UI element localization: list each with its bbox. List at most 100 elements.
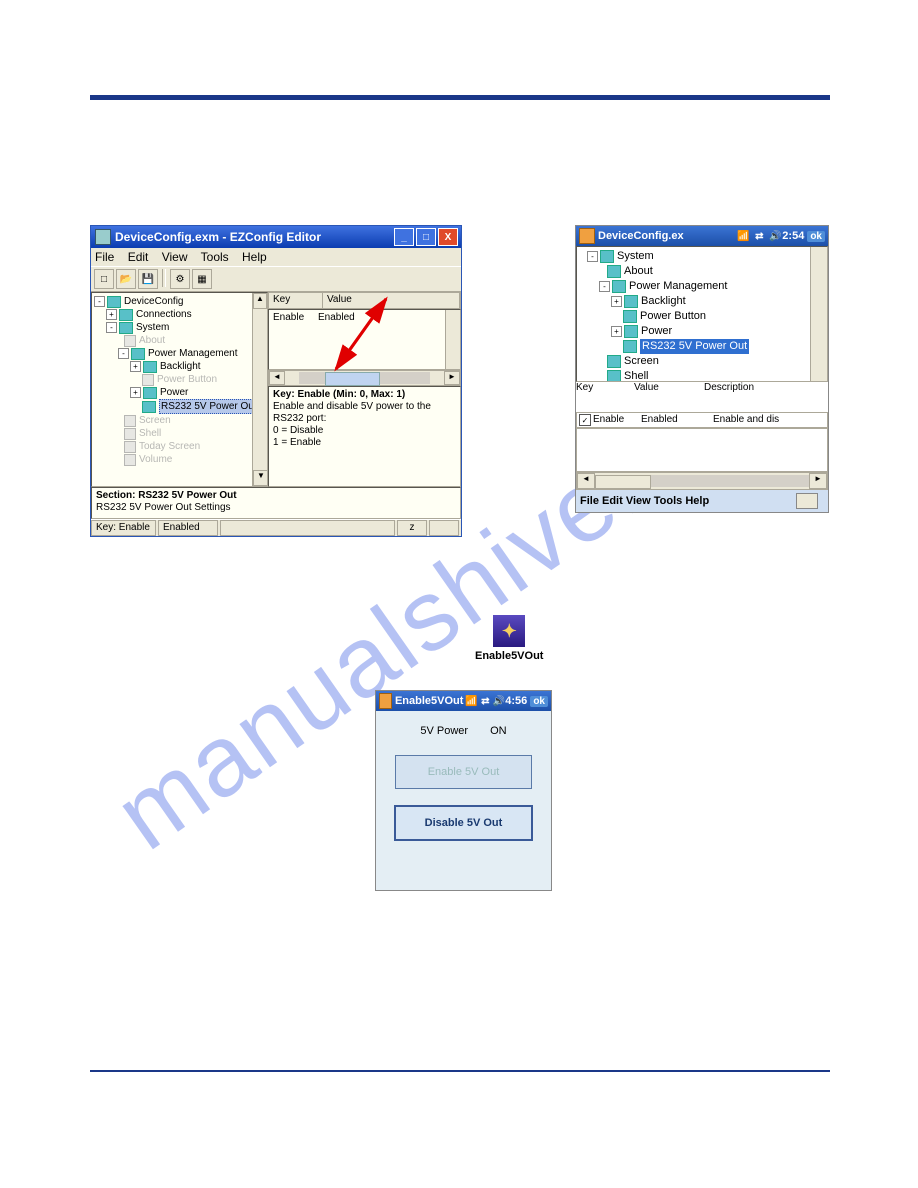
start-icon[interactable]: [379, 693, 392, 709]
scroll-thumb[interactable]: [595, 475, 651, 489]
ezconfig-window: DeviceConfig.exm - EZConfig Editor _ □ X…: [90, 225, 462, 537]
close-button[interactable]: X: [438, 228, 458, 246]
tb-new[interactable]: □: [94, 269, 114, 289]
window-titlebar[interactable]: DeviceConfig.exm - EZConfig Editor _ □ X: [91, 226, 461, 248]
tree-toggle[interactable]: +: [106, 309, 117, 320]
scroll-right[interactable]: ►: [809, 473, 827, 489]
tree-volume[interactable]: Volume: [139, 453, 172, 466]
page-icon: [124, 428, 136, 440]
scroll-left[interactable]: ◄: [577, 473, 595, 489]
enable-5v-button[interactable]: Enable 5V Out: [395, 755, 532, 789]
label-state-on: ON: [490, 725, 507, 737]
tree-power[interactable]: Power: [160, 386, 188, 399]
app-icon-graphic: ✦: [493, 615, 525, 647]
folder-icon: [143, 361, 157, 373]
signal-icon[interactable]: 📶: [465, 694, 477, 708]
menu-tools[interactable]: Tools: [201, 250, 229, 264]
mtree-shell[interactable]: Shell: [624, 369, 648, 382]
ok-button[interactable]: ok: [807, 231, 825, 242]
toolbar: □ 📂 💾 ⚙ ▦: [91, 266, 461, 292]
folder-icon: [612, 280, 626, 293]
tb-tool1[interactable]: ⚙: [170, 269, 190, 289]
tree-about[interactable]: About: [139, 334, 165, 347]
menu-file[interactable]: File: [95, 250, 114, 264]
tree-connections[interactable]: Connections: [136, 308, 192, 321]
folder-icon: [119, 309, 133, 321]
tree-pane[interactable]: - DeviceConfig + Connections - System About…: [91, 292, 268, 487]
tree-power-button[interactable]: Power Button: [157, 373, 217, 386]
tree-toggle[interactable]: +: [130, 387, 141, 398]
tree-rs232-selected[interactable]: RS232 5V Power Out: [159, 399, 259, 414]
tree-shell[interactable]: Shell: [139, 427, 161, 440]
mtree-rs232-selected[interactable]: RS232 5V Power Out: [640, 339, 749, 354]
volume-icon[interactable]: 🔊: [493, 694, 505, 708]
tree-toggle[interactable]: -: [599, 281, 610, 292]
mcol-value[interactable]: Value: [634, 382, 704, 412]
disable-5v-button[interactable]: Disable 5V Out: [394, 805, 533, 841]
mtree-backlight[interactable]: Backlight: [641, 294, 686, 309]
kv-scrollbar[interactable]: [445, 310, 460, 369]
status-value: Enabled: [158, 520, 218, 536]
mobile-title: DeviceConfig.ex: [598, 230, 684, 242]
mobile-kv-row[interactable]: ✓ Enable Enabled Enable and dis: [576, 412, 828, 428]
tree-backlight[interactable]: Backlight: [160, 360, 201, 373]
tb-open[interactable]: 📂: [116, 269, 136, 289]
page-icon: [124, 415, 136, 427]
keyboard-icon[interactable]: [796, 493, 818, 509]
mtree-about[interactable]: About: [624, 264, 653, 279]
mobile-titlebar[interactable]: DeviceConfig.ex 📶 ⇄ 🔊 2:54 ok: [576, 226, 828, 246]
page-icon: [124, 454, 136, 466]
mobile-tree-scrollbar[interactable]: [810, 247, 827, 381]
tree-toggle[interactable]: +: [130, 361, 141, 372]
tree-power-mgmt[interactable]: Power Management: [148, 347, 238, 360]
mobile-menus[interactable]: File Edit View Tools Help: [580, 495, 709, 507]
mtree-screen[interactable]: Screen: [624, 354, 659, 369]
mcol-key[interactable]: Key: [576, 382, 634, 412]
folder-icon: [607, 355, 621, 368]
menu-edit[interactable]: Edit: [128, 250, 149, 264]
desc-line1: Enable and disable 5V power to the RS232…: [273, 401, 431, 424]
page-icon: [124, 441, 136, 453]
tree-today[interactable]: Today Screen: [139, 440, 200, 453]
tree-system[interactable]: System: [136, 321, 169, 334]
sync-icon[interactable]: ⇄: [480, 694, 491, 708]
mtree-pm[interactable]: Power Management: [629, 279, 727, 294]
mtree-powerbutton[interactable]: Power Button: [640, 309, 706, 324]
mobile-tree[interactable]: - System About - Power Management + Backlig…: [576, 246, 828, 382]
tree-toggle[interactable]: -: [94, 296, 105, 307]
mobile-time: 2:54: [782, 230, 804, 242]
tree-toggle[interactable]: +: [611, 296, 622, 307]
sync-icon[interactable]: ⇄: [752, 229, 766, 243]
tree-toggle[interactable]: -: [106, 322, 117, 333]
tree-deviceconfig[interactable]: DeviceConfig: [124, 295, 183, 308]
label-5v-power: 5V Power: [420, 725, 468, 737]
mcol-desc[interactable]: Description: [704, 382, 828, 412]
mtree-power[interactable]: Power: [641, 324, 672, 339]
mobile5v-titlebar[interactable]: Enable5VOut 📶 ⇄ 🔊 4:56 ok: [376, 691, 551, 711]
signal-icon[interactable]: 📶: [736, 229, 750, 243]
status-key: Key: Enable: [91, 520, 156, 536]
tree-toggle[interactable]: -: [587, 251, 598, 262]
mtree-system[interactable]: System: [617, 249, 654, 264]
maximize-button[interactable]: □: [416, 228, 436, 246]
tree-toggle[interactable]: +: [611, 326, 622, 337]
minimize-button[interactable]: _: [394, 228, 414, 246]
desc-line2: 0 = Disable: [273, 425, 323, 436]
ok-button[interactable]: ok: [530, 696, 548, 707]
enable5vout-desktop-icon[interactable]: ✦ Enable5VOut: [475, 615, 543, 662]
volume-icon[interactable]: 🔊: [768, 229, 782, 243]
tree-screen[interactable]: Screen: [139, 414, 171, 427]
menu-view[interactable]: View: [162, 250, 188, 264]
status-grip[interactable]: [429, 520, 459, 536]
checkbox-icon[interactable]: ✓: [579, 414, 591, 426]
tree-scrollbar[interactable]: ▲▼: [252, 293, 267, 486]
mobile-deviceconfig-window: DeviceConfig.ex 📶 ⇄ 🔊 2:54 ok - System Ab…: [575, 225, 829, 513]
menu-help[interactable]: Help: [242, 250, 267, 264]
tree-toggle[interactable]: -: [118, 348, 129, 359]
start-icon[interactable]: [579, 228, 595, 244]
mobile-hscroll[interactable]: ◄ ►: [576, 472, 828, 490]
app-icon-label: Enable5VOut: [475, 650, 543, 662]
tb-save[interactable]: 💾: [138, 269, 158, 289]
tb-tool2[interactable]: ▦: [192, 269, 212, 289]
folder-icon: [143, 387, 157, 399]
